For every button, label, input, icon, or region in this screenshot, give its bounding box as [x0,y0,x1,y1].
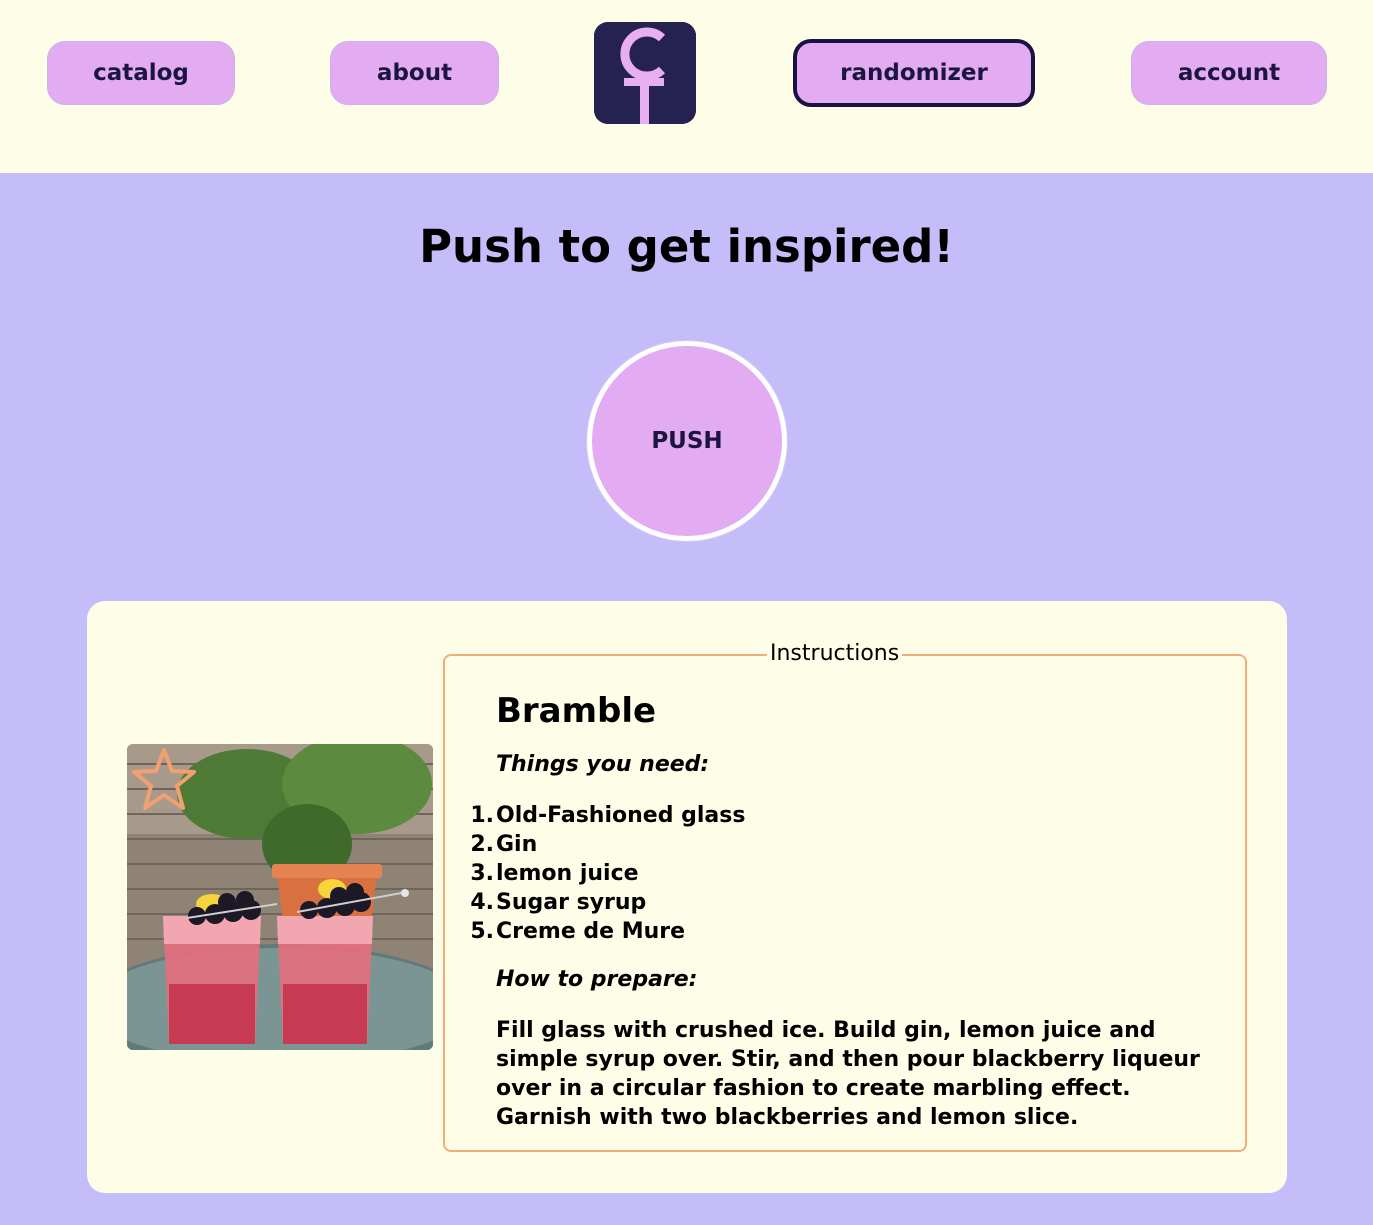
list-item: 5. Creme de Mure [470,919,686,944]
star-outline-icon[interactable] [127,744,203,820]
nav-about-button[interactable]: about [330,41,499,105]
cocktail-photo [127,744,433,1050]
instructions-panel: Instructions Bramble Things you need: 1.… [443,641,1247,1152]
instructions-legend: Instructions [767,641,903,666]
list-item: 1. Old-Fashioned glass [470,803,746,828]
nav-randomizer-button[interactable]: randomizer [793,39,1035,107]
page-title: Push to get inspired! [419,220,954,273]
list-item: 2. Gin [470,832,538,857]
logo-mark-icon [594,22,696,124]
top-nav-bar: catalog about randomizer account [0,0,1373,173]
push-button[interactable]: PUSH [587,341,787,541]
drink-name: Bramble [496,691,657,731]
things-you-need-heading: Things you need: [496,752,710,777]
nav-account-button[interactable]: account [1131,41,1327,105]
how-to-prepare-heading: How to prepare: [496,967,698,992]
list-item: 4. Sugar syrup [470,890,647,915]
ingredient-list: 1. Old-Fashioned glass 2. Gin 3. lemon juic… [470,801,746,946]
preparation-text: Fill glass with crushed ice. Build gin, … [496,1018,1200,1130]
recipe-card: Instructions Bramble Things you need: 1.… [87,601,1287,1193]
site-logo[interactable] [594,22,696,124]
list-item: 3. lemon juice [470,861,639,886]
nav-catalog-button[interactable]: catalog [47,41,235,105]
